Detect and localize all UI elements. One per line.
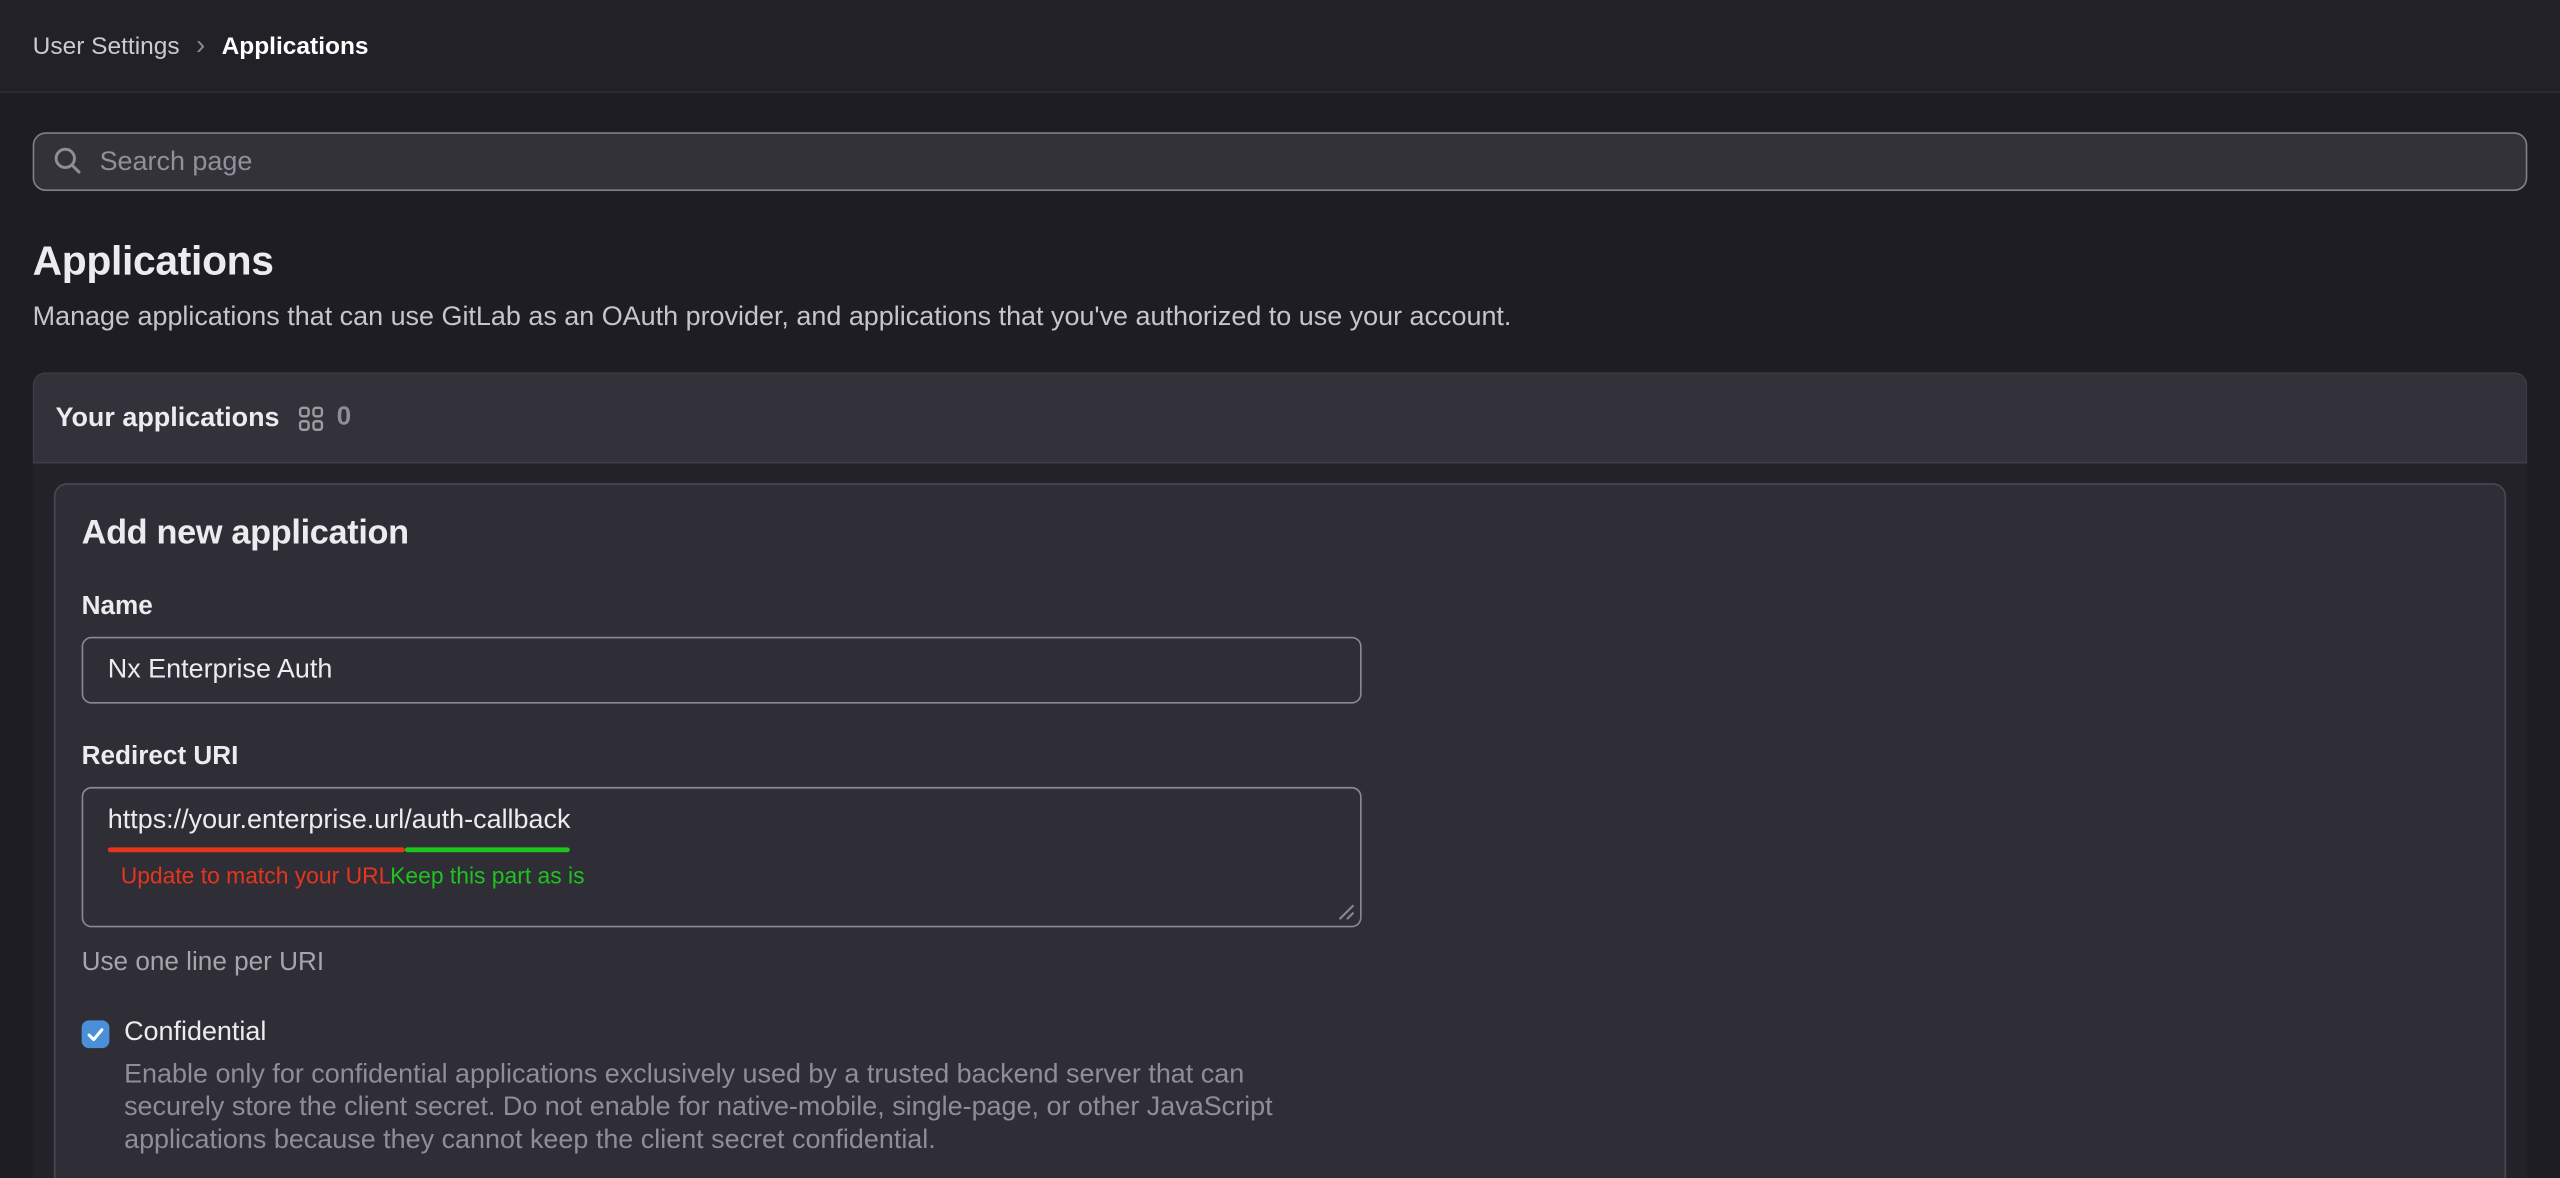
- page-description: Manage applications that can use GitLab …: [33, 302, 2528, 333]
- annotation-green-underline: [404, 847, 570, 852]
- applications-panel-header: Your applications 0: [33, 372, 2528, 463]
- applications-panel: Your applications 0 Add new application …: [33, 372, 2528, 1178]
- annotation-red-label: Update to match your URL: [121, 862, 392, 888]
- confidential-label[interactable]: Confidential: [124, 1017, 266, 1048]
- redirect-uri-hint: Use one line per URI: [82, 949, 2479, 978]
- confidential-checkbox-row: Confidential: [82, 1017, 2479, 1048]
- redirect-uri-path-text: /auth-callback: [404, 805, 570, 834]
- annotation-green-label: Keep this part as is: [390, 862, 584, 888]
- applications-settings-page: User Settings › Applications Application…: [0, 0, 2560, 1178]
- confidential-help-text: Enable only for confidential application…: [124, 1058, 1352, 1156]
- search-input[interactable]: [33, 132, 2528, 191]
- annotation-red-underline: [108, 847, 404, 852]
- applications-grid-icon: [299, 406, 323, 430]
- checkmark-icon: [85, 1024, 106, 1045]
- redirect-uri-path-segment: /auth-callback Keep this part as is: [404, 805, 570, 836]
- redirect-uri-textarea[interactable]: https://your.enterprise.url Update to ma…: [82, 787, 1362, 927]
- chevron-right-icon: ›: [196, 30, 205, 58]
- redirect-uri-value: https://your.enterprise.url Update to ma…: [108, 805, 571, 836]
- redirect-uri-host-text: https://your.enterprise.url: [108, 805, 404, 834]
- confidential-checkbox[interactable]: [82, 1020, 110, 1048]
- breadcrumb: User Settings › Applications: [33, 32, 369, 60]
- redirect-uri-label: Redirect URI: [82, 743, 2479, 772]
- applications-count: 0: [337, 403, 352, 432]
- applications-panel-body: Add new application Name Redirect URI ht…: [33, 464, 2528, 1178]
- name-label: Name: [82, 593, 2479, 622]
- page-search: [33, 132, 2528, 191]
- page-title: Applications: [33, 238, 2528, 285]
- name-input[interactable]: [82, 637, 1362, 704]
- redirect-uri-host-segment: https://your.enterprise.url Update to ma…: [108, 805, 404, 836]
- applications-panel-title: Your applications: [56, 402, 280, 433]
- add-application-card: Add new application Name Redirect URI ht…: [54, 483, 2506, 1178]
- top-bar: User Settings › Applications: [0, 0, 2560, 93]
- breadcrumb-user-settings[interactable]: User Settings: [33, 32, 180, 60]
- resize-handle-icon[interactable]: [1336, 901, 1356, 921]
- breadcrumb-applications: Applications: [222, 32, 369, 60]
- add-application-title: Add new application: [82, 514, 2479, 553]
